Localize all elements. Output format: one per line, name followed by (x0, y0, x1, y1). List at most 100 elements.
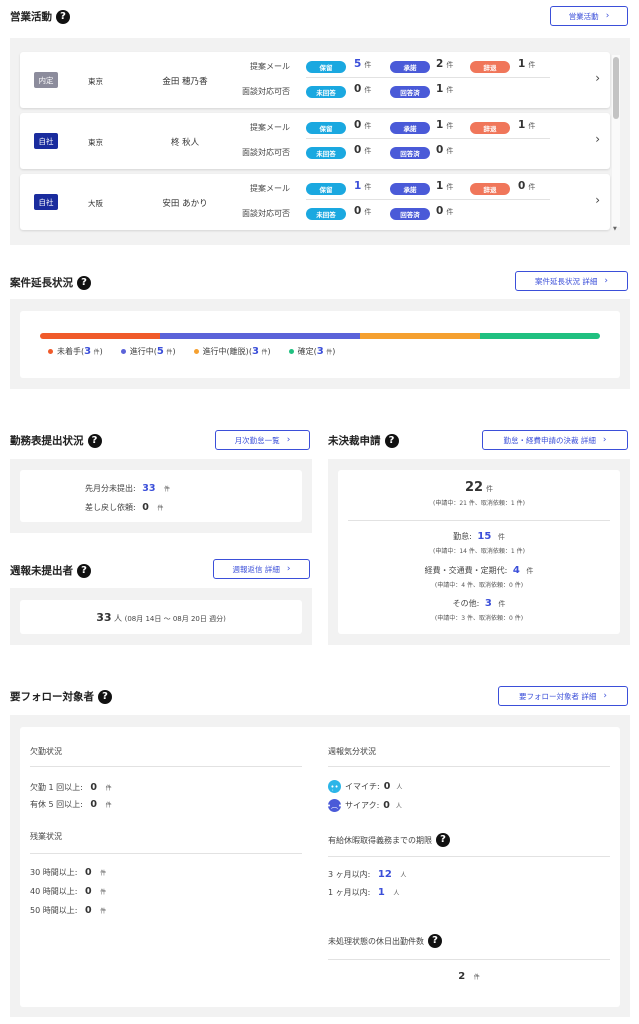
progress-segment-in-progress-leaving (360, 333, 480, 339)
help-icon[interactable]: ? (436, 833, 450, 847)
chevron-right-icon[interactable]: › (595, 71, 600, 85)
legend-item: 進行中(5 件) (120, 346, 176, 357)
location-text: 東京 (88, 138, 103, 147)
help-icon[interactable]: ? (384, 433, 399, 448)
status-tag: 自社 (34, 194, 58, 210)
answered-pill: 回答済 (390, 208, 430, 220)
pending-item-detail: (申請中：4 件、取消依頼：0 件) (434, 582, 524, 589)
follow-detail-button[interactable]: 要フォロー対象者 詳細 › (498, 686, 628, 706)
help-icon[interactable]: ? (98, 689, 112, 704)
mail-label: 提案メール (250, 184, 290, 193)
overtime-item: 50 時間以上: 0 件 (30, 905, 107, 916)
progress-segment-in-progress (160, 333, 360, 339)
extension-section-title: 案件延長状況 ? (10, 275, 91, 290)
face-meh-icon: •̣• (328, 780, 341, 793)
status-tag: 自社 (34, 133, 58, 149)
weekly-reply-button[interactable]: 週報返信 詳細 › (213, 559, 310, 579)
row-divider (306, 77, 550, 78)
absence-title: 欠勤状況 (30, 747, 62, 756)
weekly-reply-button-label: 週報返信 詳細 (232, 564, 280, 574)
holiday-count: 2 件 (458, 971, 480, 982)
holiday-title: 未処理状態の休日出勤件数 ? (328, 934, 442, 948)
pending-item: その他: 3 件 (452, 598, 506, 609)
chevron-right-icon[interactable]: › (595, 193, 600, 207)
approve-pill: 承諾 (390, 61, 430, 73)
pending-approval-button[interactable]: 勤怠・経費申請の決裁 詳細 › (482, 430, 628, 450)
mood-title: 週報気分状況 (328, 747, 376, 756)
person-name: 柊 秋人 (170, 138, 200, 148)
sales-row[interactable]: 自社 東京 柊 秋人 提案メール 保留 0件 承諾 1件 辞退 1件 面談対応可… (20, 113, 610, 169)
pending-total-detail: (申請中：21 件、取消依頼：1 件) (433, 500, 525, 507)
leave-item: 3 ヶ月以内: 12 人 (328, 869, 407, 880)
leave-item: 1 ヶ月以内: 1 人 (328, 887, 400, 898)
help-icon[interactable]: ? (428, 934, 442, 948)
approve-count: 2件 (436, 58, 454, 70)
chevron-right-icon: › (603, 691, 607, 701)
holiday-divider (328, 959, 610, 960)
help-icon[interactable]: ? (77, 275, 91, 290)
decline-pill: 辞退 (470, 183, 510, 195)
approve-count: 1件 (436, 180, 454, 192)
follow-section-title: 要フォロー対象者 ? (10, 689, 112, 704)
mail-label: 提案メール (250, 123, 290, 132)
overtime-item: 30 時間以上: 0 件 (30, 867, 107, 878)
sales-scrollbar-thumb[interactable] (613, 57, 619, 119)
pending-total: 22 件 (465, 480, 493, 495)
pending-item: 経費・交通費・定期代: 4 件 (424, 565, 534, 576)
chevron-right-icon: › (286, 435, 291, 445)
interview-label: 面談対応可否 (242, 148, 290, 157)
sales-row[interactable]: 自社 大阪 安田 あかり 提案メール 保留 1件 承諾 1件 辞退 0件 面談対… (20, 174, 610, 230)
extension-detail-button[interactable]: 案件延長状況 詳細 › (515, 271, 628, 291)
face-sad-icon: •︵• (327, 799, 342, 812)
chevron-right-icon[interactable]: › (595, 132, 600, 146)
overtime-divider (30, 853, 302, 854)
hold-count: 5件 (354, 58, 372, 70)
weekly-section-title: 週報未提出者 ? (10, 563, 91, 578)
weekly-unsubmitted-count: 33 人 (08月 14日 〜 08月 20日 週分) (96, 611, 226, 624)
unanswered-pill: 未回答 (306, 208, 346, 220)
approve-pill: 承諾 (390, 183, 430, 195)
decline-count: 0件 (518, 180, 536, 192)
overtime-title: 残業状況 (30, 832, 62, 841)
sales-section-title: 営業活動 ? (10, 9, 70, 24)
interview-label: 面談対応可否 (242, 87, 290, 96)
follow-card (20, 727, 620, 1007)
hold-count: 0件 (354, 119, 372, 131)
overtime-item: 40 時間以上: 0 件 (30, 886, 107, 897)
legend-item: 未着手(3 件) (48, 346, 103, 357)
remand-request: 差し戻し依頼: 0 件 (85, 502, 164, 513)
chevron-right-icon: › (602, 435, 607, 445)
mood-item: •︵• サイアク: 0 人 (326, 799, 402, 812)
attendance-card (20, 470, 302, 522)
row-divider (306, 138, 550, 139)
help-icon[interactable]: ? (87, 433, 102, 448)
absence-item: 有休 5 回以上: 0 件 (30, 799, 112, 810)
scroll-down-icon[interactable]: ▼ (613, 226, 617, 232)
unanswered-pill: 未回答 (306, 86, 346, 98)
hold-pill: 保留 (306, 122, 346, 134)
decline-count: 1件 (518, 58, 536, 70)
monthly-attendance-button-label: 月次勤怠一覧 (234, 435, 280, 445)
pending-divider (348, 520, 610, 521)
extension-card (20, 311, 620, 378)
help-icon[interactable]: ? (56, 9, 70, 24)
person-name: 安田 あかり (162, 199, 208, 209)
absence-item: 欠勤 1 回以上: 0 件 (30, 782, 112, 793)
weekly-title-text: 週報未提出者 (10, 565, 73, 577)
mail-label: 提案メール (250, 62, 290, 71)
progress-segment-confirmed (480, 333, 600, 339)
mood-divider (328, 766, 610, 767)
sales-row[interactable]: 内定 東京 金田 穂乃香 提案メール 保留 5件 承諾 2件 辞退 1件 面談対… (20, 52, 610, 108)
help-icon[interactable]: ? (77, 563, 91, 578)
decline-count: 1件 (518, 119, 536, 131)
hold-count: 1件 (354, 180, 372, 192)
location-text: 東京 (88, 77, 103, 86)
extension-title-text: 案件延長状況 (10, 277, 73, 289)
status-tag: 内定 (34, 72, 58, 88)
monthly-attendance-button[interactable]: 月次勤怠一覧 › (215, 430, 310, 450)
sales-activity-button[interactable]: 営業活動 › (550, 6, 628, 26)
person-name: 金田 穂乃香 (162, 77, 208, 87)
progress-segment-not-started (40, 333, 160, 339)
answered-count: 0件 (436, 205, 454, 217)
chevron-right-icon: › (604, 276, 608, 286)
